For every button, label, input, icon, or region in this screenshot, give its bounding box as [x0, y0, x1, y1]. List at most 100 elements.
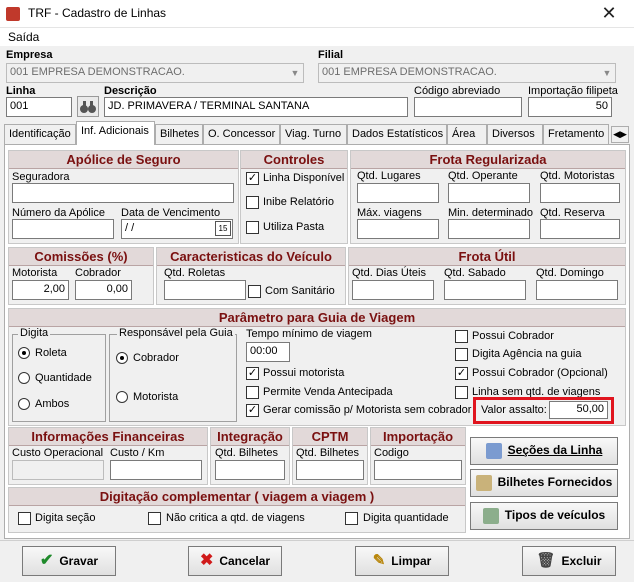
- inibe-relatorio-label: Inibe Relatório: [263, 196, 334, 208]
- qtd-reserva-input[interactable]: [540, 219, 620, 239]
- excluir-button[interactable]: 🗑 Excluir: [522, 546, 616, 576]
- possui-motorista-checkbox[interactable]: ✓: [246, 367, 259, 380]
- gerar-comissao-checkbox[interactable]: ✓: [246, 404, 259, 417]
- frota-util-header: Frota Útil: [349, 248, 625, 266]
- qtd-lugares-input[interactable]: [357, 183, 439, 203]
- qtd-roletas-input[interactable]: [164, 280, 246, 300]
- linha-input[interactable]: 001: [6, 97, 72, 117]
- dias-uteis-input[interactable]: [352, 280, 434, 300]
- tab-fretamento[interactable]: Fretamento: [543, 124, 609, 144]
- roleta-radio[interactable]: [18, 347, 30, 359]
- max-viagens-label: Máx. viagens: [357, 207, 422, 219]
- chevron-down-icon[interactable]: ▼: [599, 64, 615, 82]
- vehicle-types-icon: [482, 507, 499, 524]
- linha-disponivel-label: Linha Disponível: [263, 172, 345, 184]
- search-button[interactable]: [77, 96, 99, 117]
- custo-km-input[interactable]: [110, 460, 202, 480]
- controles-header: Controles: [241, 151, 347, 169]
- motorista-label: Motorista: [12, 267, 58, 279]
- qtd-operante-input[interactable]: [448, 183, 530, 203]
- filial-label: Filial: [318, 49, 344, 61]
- tab-bilhetes[interactable]: Bilhetes: [155, 124, 203, 144]
- digita-quantidade-checkbox[interactable]: [345, 512, 358, 525]
- filial-select[interactable]: 001 EMPRESA DEMONSTRACAO.: [318, 63, 616, 83]
- linha-sem-qtd-checkbox[interactable]: [455, 386, 468, 399]
- permite-venda-checkbox[interactable]: [246, 386, 259, 399]
- cancelar-button[interactable]: ✖ Cancelar: [188, 546, 282, 576]
- tab-diversos[interactable]: Diversos: [487, 124, 543, 144]
- check-icon: ✔: [39, 552, 54, 569]
- com-sanitario-checkbox[interactable]: [248, 285, 261, 298]
- sabado-label: Qtd. Sabado: [444, 267, 506, 279]
- importacao-codigo-input[interactable]: [374, 460, 462, 480]
- inibe-relatorio-checkbox[interactable]: [246, 196, 259, 209]
- possui-motorista-label: Possui motorista: [263, 367, 345, 379]
- tab-inf-adicionais[interactable]: Inf. Adicionais: [76, 121, 155, 145]
- possui-cobrador-opcional-checkbox[interactable]: ✓: [455, 367, 468, 380]
- nao-critica-checkbox[interactable]: [148, 512, 161, 525]
- integracao-qtd-bilhetes-input[interactable]: [215, 460, 285, 480]
- digita-secao-checkbox[interactable]: [18, 512, 31, 525]
- linha-label: Linha: [6, 85, 36, 97]
- tab-scroll-icon[interactable]: ◀▶: [611, 126, 629, 143]
- cobrador-radio[interactable]: [116, 352, 128, 364]
- comissao-cobrador-input[interactable]: 0,00: [75, 280, 132, 300]
- ambos-radio[interactable]: [18, 398, 30, 410]
- cptm-qtd-bilhetes-label: Qtd. Bilhetes: [296, 447, 359, 459]
- tab-viag-turno[interactable]: Viag. Turno: [280, 124, 347, 144]
- roleta-label: Roleta: [35, 347, 67, 359]
- menu-saida[interactable]: Saída: [8, 30, 39, 44]
- integracao-qtd-bilhetes-label: Qtd. Bilhetes: [215, 447, 278, 459]
- qtd-reserva-label: Qtd. Reserva: [540, 207, 605, 219]
- linha-disponivel-checkbox[interactable]: ✓: [246, 172, 259, 185]
- tempo-minimo-input[interactable]: 00:00: [246, 342, 290, 362]
- comissao-motorista-input[interactable]: 2,00: [12, 280, 69, 300]
- app-icon: [6, 7, 20, 21]
- close-icon[interactable]: ✕: [586, 0, 632, 28]
- quantidade-radio[interactable]: [18, 372, 30, 384]
- qtd-operante-label: Qtd. Operante: [448, 170, 518, 182]
- possui-cobrador-checkbox[interactable]: [455, 330, 468, 343]
- importacao-filipeta-input[interactable]: 50: [528, 97, 612, 117]
- codigo-abreviado-input[interactable]: [414, 97, 522, 117]
- qtd-lugares-label: Qtd. Lugares: [357, 170, 421, 182]
- limpar-button[interactable]: ✎ Limpar: [355, 546, 449, 576]
- caracteristicas-header: Caracteristicas do Veículo: [157, 248, 345, 266]
- chevron-down-icon[interactable]: ▼: [287, 64, 303, 82]
- digitacao-header: Digitação complementar ( viagem a viagem…: [9, 488, 465, 506]
- motorista-radio[interactable]: [116, 391, 128, 403]
- valor-assalto-input[interactable]: 50,00: [549, 401, 608, 419]
- seguradora-input[interactable]: [12, 183, 234, 203]
- sabado-input[interactable]: [444, 280, 526, 300]
- cptm-qtd-bilhetes-input[interactable]: [296, 460, 364, 480]
- custo-operacional-input[interactable]: [12, 460, 104, 480]
- empresa-select[interactable]: 001 EMPRESA DEMONSTRACAO.: [6, 63, 304, 83]
- domingo-label: Qtd. Domingo: [536, 267, 604, 279]
- digita-agencia-checkbox[interactable]: [455, 348, 468, 361]
- gravar-button[interactable]: ✔ Gravar: [22, 546, 116, 576]
- secoes-linha-button[interactable]: Seções da Linha: [470, 437, 618, 465]
- max-viagens-input[interactable]: [357, 219, 439, 239]
- numero-apolice-input[interactable]: [12, 219, 114, 239]
- com-sanitario-label: Com Sanitário: [265, 285, 335, 297]
- custo-operacional-label: Custo Operacional: [12, 447, 104, 459]
- tab-identificacao[interactable]: Identificação: [4, 124, 76, 144]
- utiliza-pasta-checkbox[interactable]: [246, 221, 259, 234]
- tipos-veiculos-button[interactable]: Tipos de veículos: [470, 502, 618, 530]
- descricao-input[interactable]: JD. PRIMAVERA / TERMINAL SANTANA: [104, 97, 408, 117]
- menu-bar: [0, 28, 634, 46]
- domingo-input[interactable]: [536, 280, 618, 300]
- digita-agencia-label: Digita Agência na guia: [472, 348, 582, 360]
- cptm-header: CPTM: [293, 428, 367, 446]
- bilhetes-fornecidos-button[interactable]: Bilhetes Fornecidos: [470, 469, 618, 497]
- min-determinado-input[interactable]: [448, 219, 530, 239]
- tab-area[interactable]: Área: [447, 124, 487, 144]
- digita-quantidade-label: Digita quantidade: [363, 512, 449, 524]
- qtd-motoristas-input[interactable]: [540, 183, 620, 203]
- apolice-header: Apólice de Seguro: [9, 151, 238, 169]
- tab-o-concessor[interactable]: O. Concessor: [203, 124, 280, 144]
- tab-dados-estatisticos[interactable]: Dados Estatísticos: [347, 124, 447, 144]
- nao-critica-label: Não critica a qtd. de viagens: [166, 512, 305, 524]
- calendar-icon[interactable]: 15: [215, 221, 231, 236]
- codigo-abreviado-label: Código abreviado: [414, 85, 501, 97]
